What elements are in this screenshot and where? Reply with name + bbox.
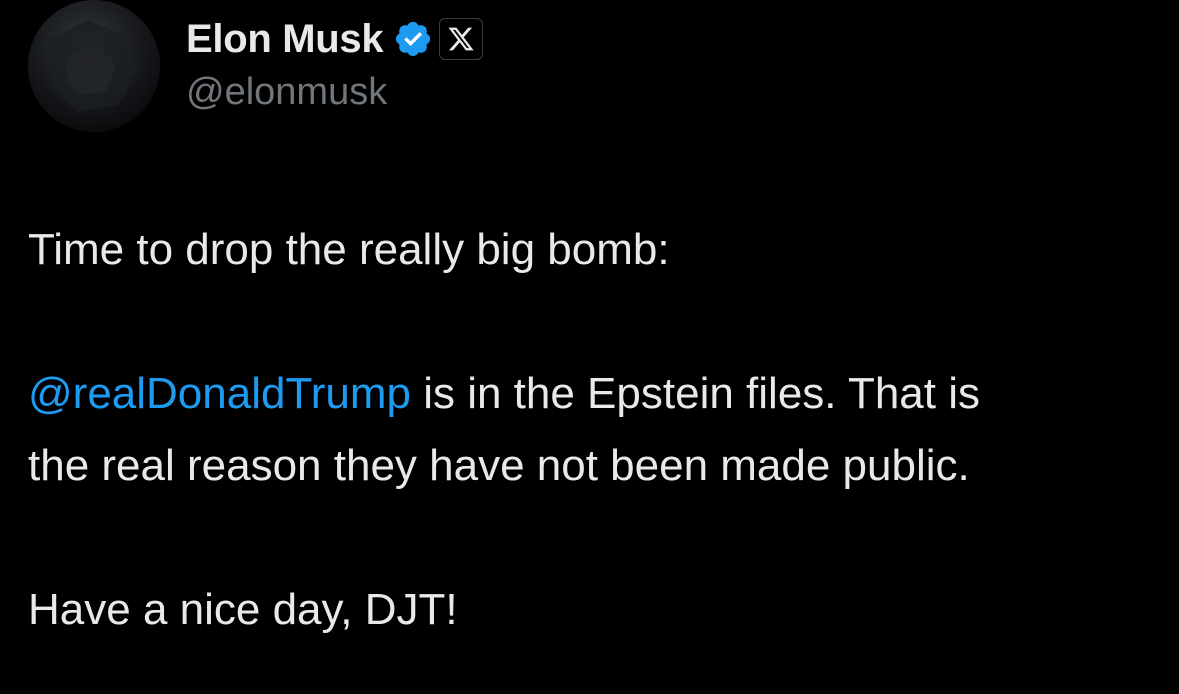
tweet-spacer	[28, 286, 1168, 358]
tweet-text: Time to drop the really big bomb: @realD…	[28, 214, 1168, 647]
display-name[interactable]: Elon Musk	[186, 19, 384, 59]
tweet-line-1: Time to drop the really big bomb:	[28, 225, 670, 274]
x-logo-icon	[439, 18, 484, 60]
author-name-row: Elon Musk	[186, 14, 484, 64]
author-handle[interactable]: @elonmusk	[186, 70, 387, 116]
tweet-spacer	[28, 502, 1168, 574]
tweet-line-4: Have a nice day, DJT!	[28, 585, 458, 635]
tweet-line-3: the real reason they have not been made …	[28, 441, 970, 491]
tweet-line-2-text: is in the Epstein files. That is	[410, 369, 980, 419]
verified-badge-icon	[393, 19, 433, 59]
tweet-line-2: @realDonaldTrump is in the Epstein files…	[28, 358, 1168, 430]
mention-link[interactable]: @realDonaldTrump	[28, 369, 411, 418]
avatar[interactable]	[28, 0, 160, 132]
avatar-image	[28, 0, 160, 132]
